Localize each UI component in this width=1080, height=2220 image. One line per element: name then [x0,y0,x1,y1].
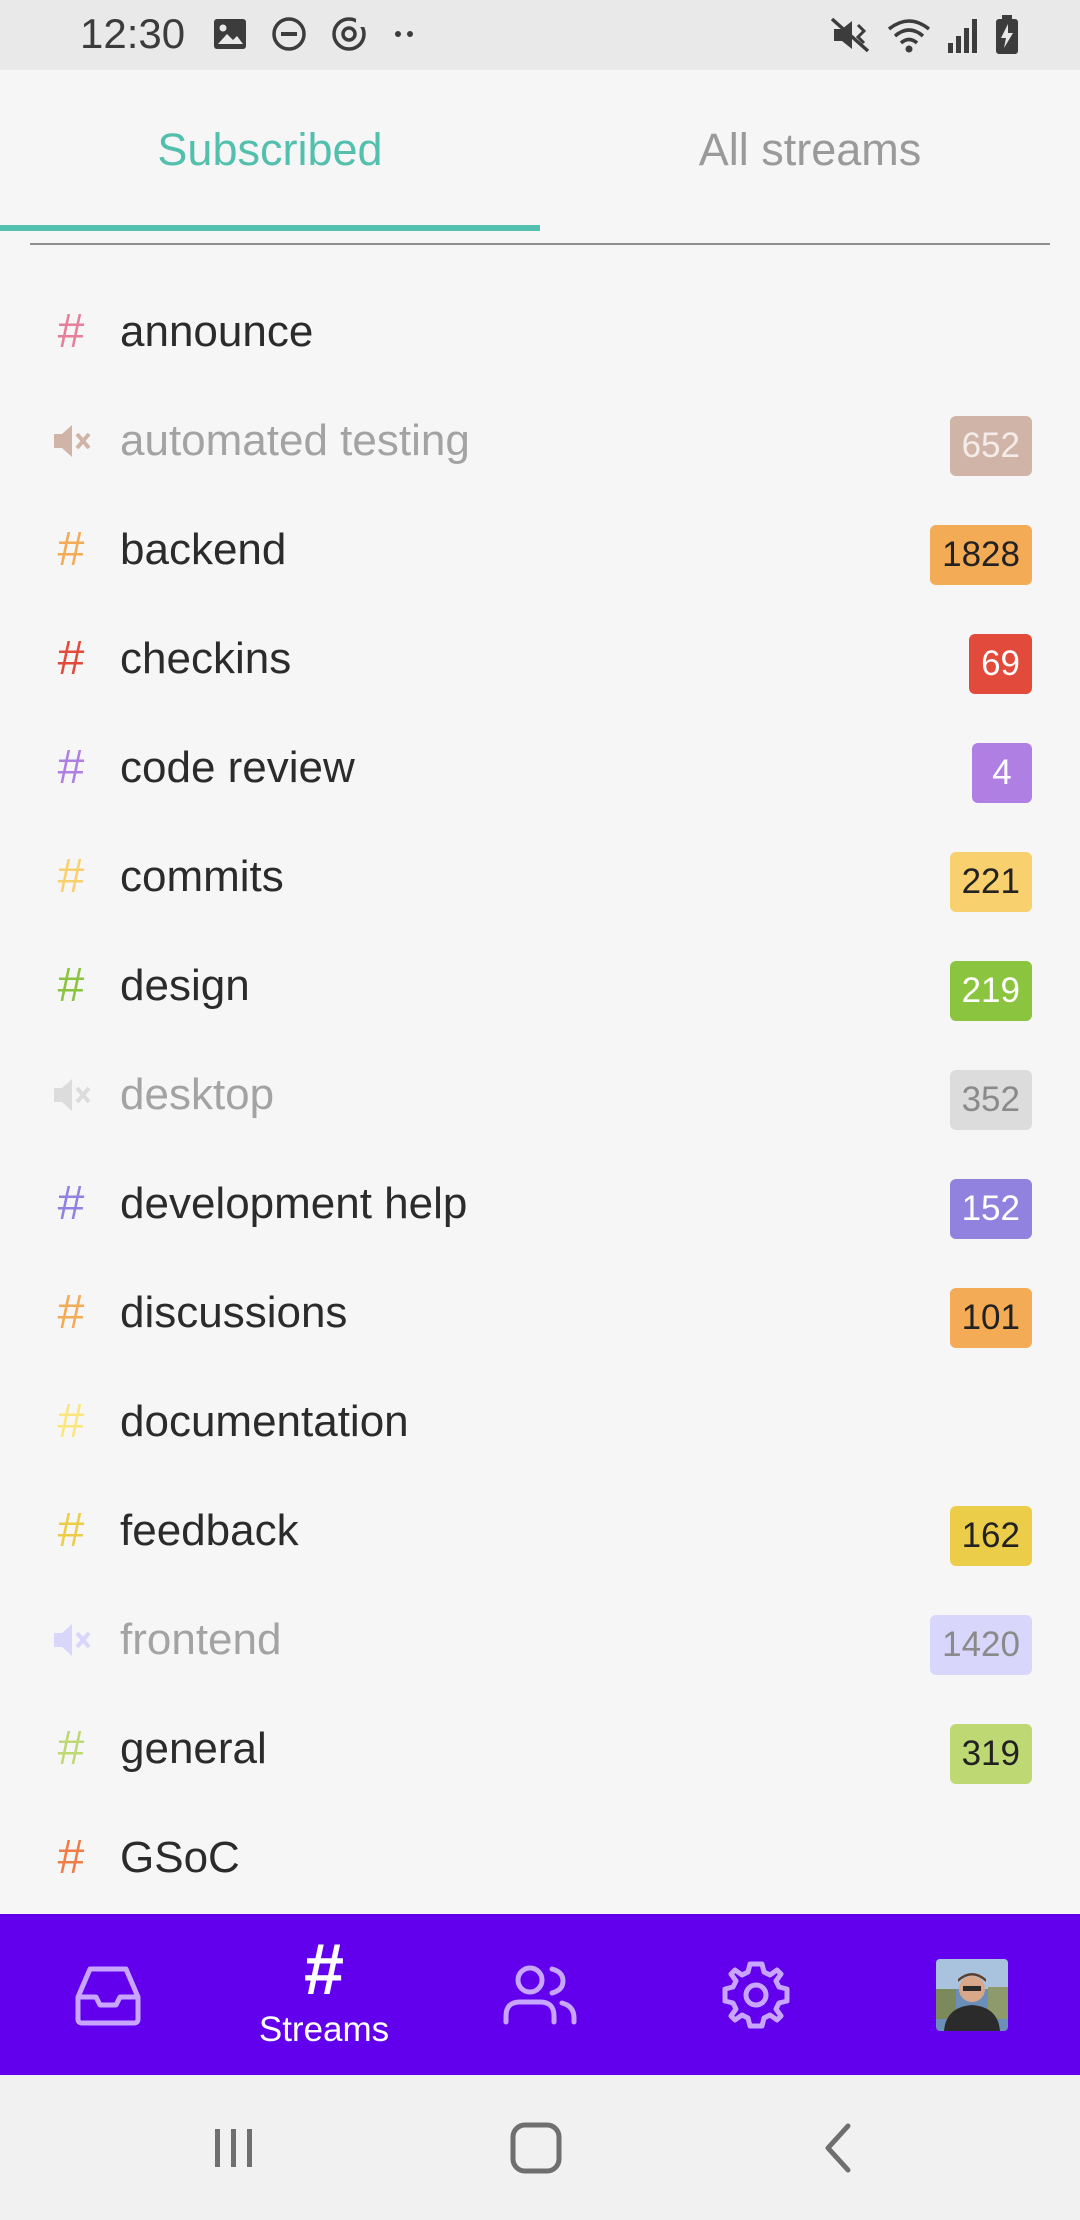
back-icon [825,2123,851,2172]
stream-row[interactable]: # discussions 101 [0,1259,1080,1368]
stream-row[interactable]: # announce [0,278,1080,387]
unread-count-badge: 162 [949,1506,1032,1566]
stream-row[interactable]: automated testing 652 [0,387,1080,496]
home-button[interactable] [436,2075,636,2220]
avatar [936,1958,1008,2031]
gear-icon [722,1961,790,2028]
hash-icon: # [57,1831,85,1884]
tabs-divider [30,243,1050,245]
back-button[interactable] [738,2075,938,2220]
dnd-icon [272,17,306,51]
stream-name: code review [120,743,355,792]
stream-row[interactable]: frontend 1420 [0,1586,1080,1695]
stream-list: # announce automated testing 652 # backend 182… [0,278,1080,1913]
sync-icon [332,17,366,51]
stream-row[interactable]: # design 219 [0,932,1080,1041]
hash-icon: # [57,1395,85,1448]
image-icon [214,19,246,49]
stream-row[interactable]: # code review 4 [0,714,1080,823]
status-left-icons [212,15,420,53]
hash-icon: # [57,850,85,903]
unread-count-badge: 1828 [930,525,1032,585]
people-icon [503,1965,577,2024]
unread-count-badge: 652 [949,416,1032,476]
stream-name: commits [120,852,284,901]
unread-count-badge: 69 [969,634,1032,694]
wifi-icon [887,19,931,53]
hash-icon: # [57,1177,85,1230]
tab-subscribed[interactable]: Subscribed [0,70,540,230]
status-bar: 12:30 [0,0,1080,70]
nav-streams[interactable]: # Streams [216,1914,432,2075]
hash-icon: # [57,1504,85,1557]
stream-name: GSoC [120,1833,240,1882]
stream-name: announce [120,307,314,356]
vibrate-mute-icon [830,17,870,53]
hash-icon: # [303,1929,345,2010]
stream-name: automated testing [120,416,470,465]
unread-count-badge: 1420 [930,1615,1032,1675]
bottom-nav: # Streams [0,1914,1080,2075]
unread-count-badge: 4 [972,743,1032,803]
stream-row[interactable]: # backend 1828 [0,496,1080,605]
hash-icon: # [57,632,85,685]
battery-icon [996,15,1018,54]
hash-icon: # [57,523,85,576]
system-nav-bar [0,2075,1080,2220]
stream-name: backend [120,525,287,574]
muted-speaker-icon [50,1613,92,1667]
stream-tabs: Subscribed All streams [0,70,1080,231]
unread-count-badge: 352 [949,1070,1032,1130]
stream-row[interactable]: # general 319 [0,1695,1080,1804]
stream-name: discussions [120,1288,348,1337]
unread-count-badge: 221 [949,852,1032,912]
stream-row[interactable]: # development help 152 [0,1150,1080,1259]
stream-name: development help [120,1179,468,1228]
nav-streams-label: Streams [258,2009,390,2049]
nav-people[interactable] [432,1914,648,2075]
inbox-icon [75,1966,141,2025]
status-right-icons [828,14,1020,56]
hash-icon: # [57,305,85,358]
unread-count-badge: 219 [949,961,1032,1021]
stream-row[interactable]: desktop 352 [0,1041,1080,1150]
stream-name: general [120,1724,267,1773]
more-dots-icon [395,31,413,37]
unread-count-badge: 319 [949,1724,1032,1784]
status-time: 12:30 [80,10,186,57]
home-icon [510,2122,562,2173]
stream-name: design [120,961,250,1010]
nav-inbox[interactable] [0,1914,216,2075]
stream-name: frontend [120,1615,282,1664]
stream-row[interactable]: # commits 221 [0,823,1080,932]
stream-row[interactable]: # feedback 162 [0,1477,1080,1586]
nav-profile[interactable] [864,1914,1080,2075]
stream-row[interactable]: # GSoC [0,1804,1080,1913]
tab-all-streams[interactable]: All streams [540,70,1080,230]
unread-count-badge: 101 [949,1288,1032,1348]
nav-settings[interactable] [648,1914,864,2075]
muted-speaker-icon [50,1068,92,1122]
stream-name: documentation [120,1397,409,1446]
active-tab-indicator [0,225,540,231]
hash-icon: # [57,741,85,794]
hash-icon: # [57,959,85,1012]
hash-icon: # [57,1286,85,1339]
hash-icon: # [57,1722,85,1775]
unread-count-badge: 152 [949,1179,1032,1239]
stream-name: desktop [120,1070,275,1119]
stream-name: checkins [120,634,292,683]
signal-icon [948,19,977,53]
stream-name: feedback [120,1506,299,1555]
muted-speaker-icon [50,414,92,468]
stream-row[interactable]: # checkins 69 [0,605,1080,714]
recent-apps-button[interactable] [134,2075,334,2220]
stream-row[interactable]: # documentation [0,1368,1080,1477]
recent-apps-icon [215,2128,252,2167]
